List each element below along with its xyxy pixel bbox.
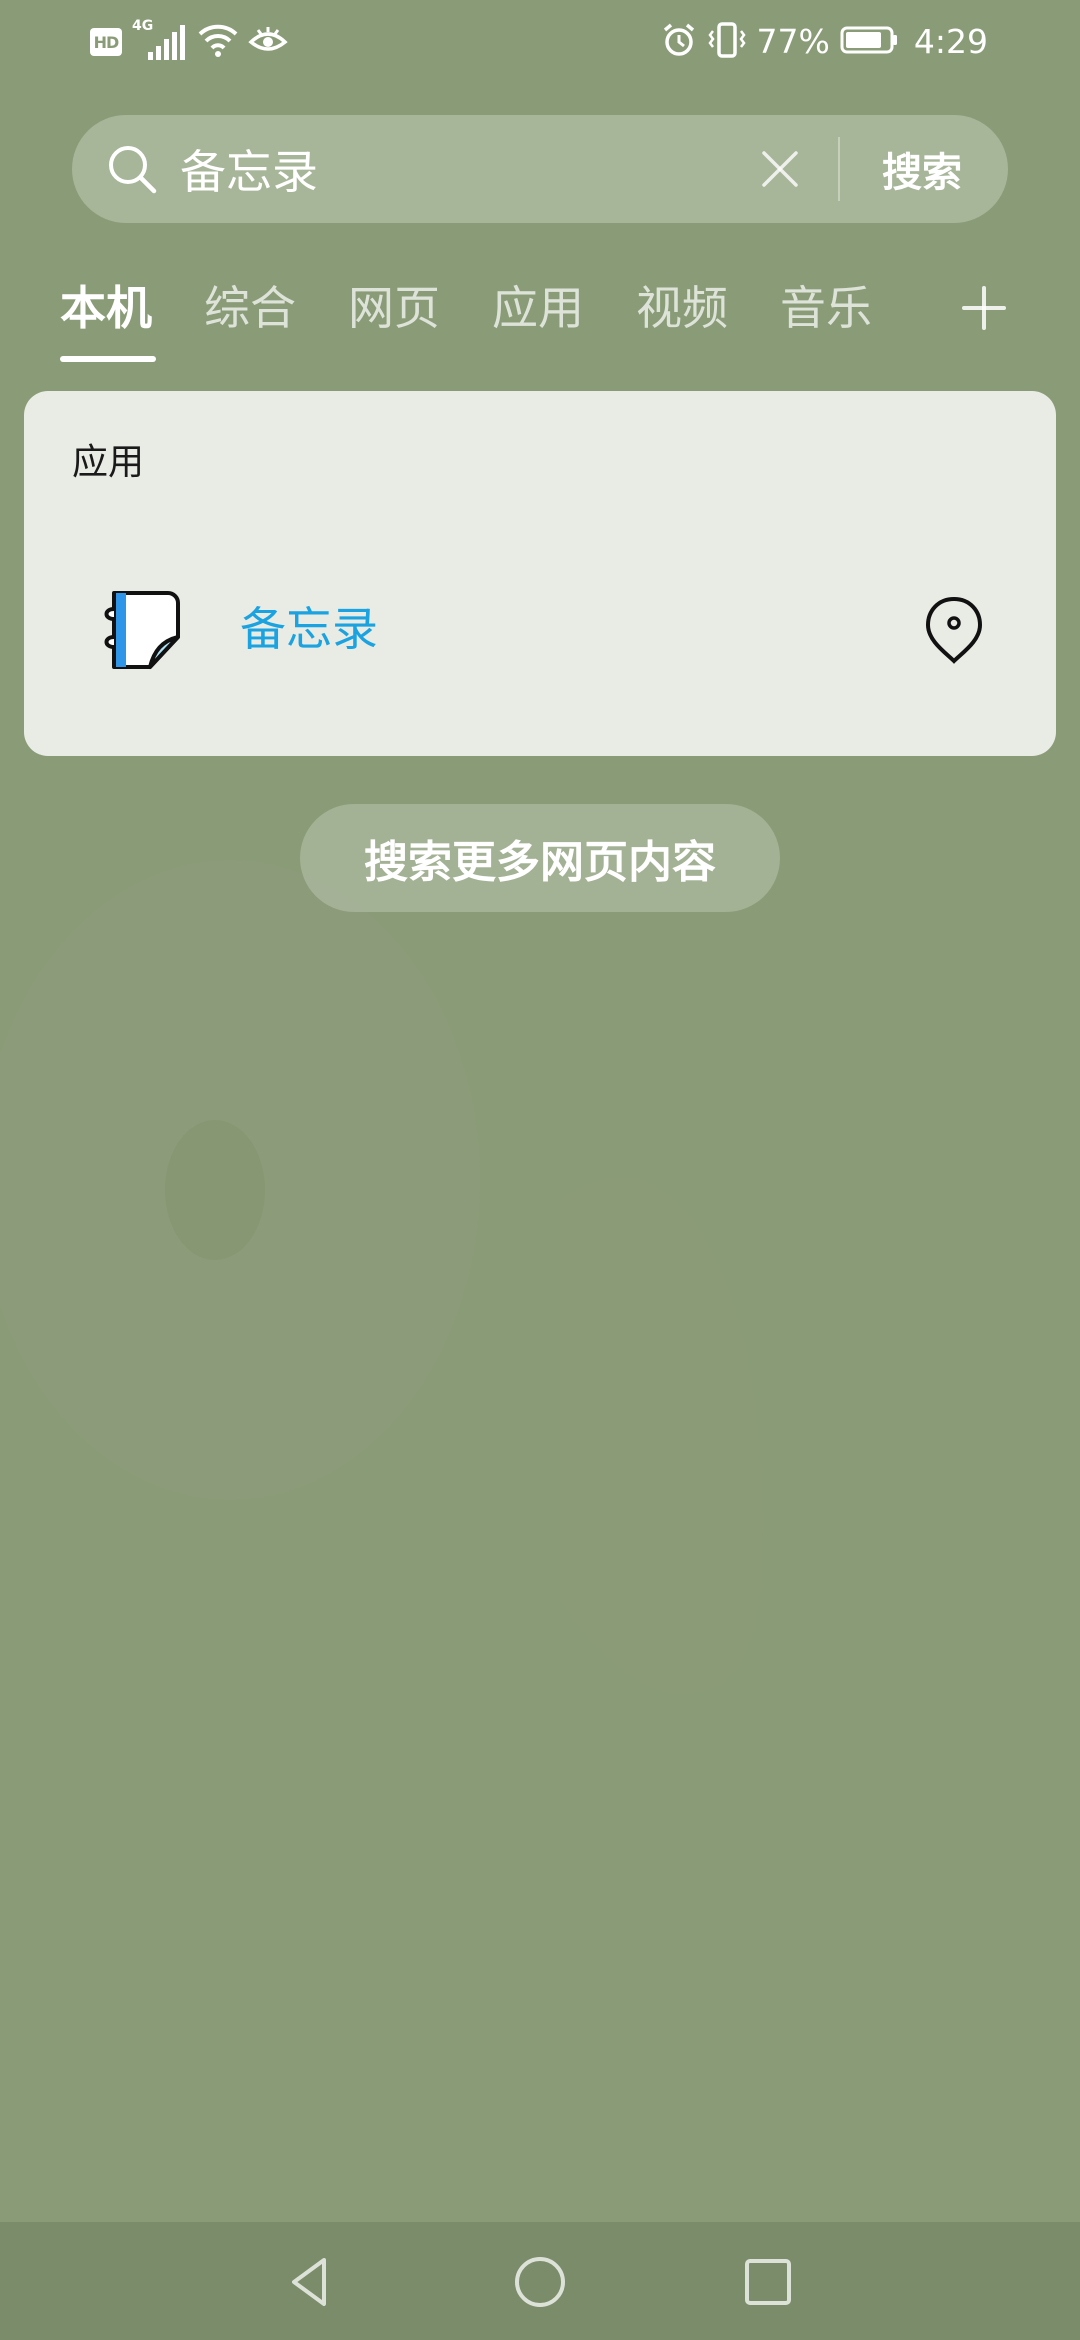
tab-web[interactable]: 网页 xyxy=(348,278,440,338)
eye-icon xyxy=(248,24,288,60)
results-card: 应用 备忘录 xyxy=(24,391,1056,756)
hd-badge: HD xyxy=(90,28,122,56)
alarm-icon xyxy=(661,22,697,62)
vibrate-icon xyxy=(707,21,747,63)
status-bar: HD 4G 77% 4:29 xyxy=(0,0,1080,84)
section-title-apps: 应用 xyxy=(72,442,145,483)
search-button[interactable]: 搜索 xyxy=(862,115,982,223)
wifi-icon xyxy=(198,22,238,62)
status-left-group: HD 4G xyxy=(90,18,288,64)
location-icon[interactable] xyxy=(916,591,992,667)
app-name-memo[interactable]: 备忘录 xyxy=(240,599,378,659)
app-result-row[interactable]: 备忘录 xyxy=(24,579,1056,679)
tab-apps[interactable]: 应用 xyxy=(492,278,584,338)
nav-back-icon[interactable] xyxy=(280,2252,340,2312)
memo-app-icon[interactable] xyxy=(92,579,192,679)
tab-all[interactable]: 综合 xyxy=(204,278,296,338)
battery-percent: 77% xyxy=(756,22,830,61)
navigation-bar xyxy=(0,2222,1080,2340)
tab-video[interactable]: 视频 xyxy=(636,278,728,338)
search-input[interactable] xyxy=(180,115,800,223)
search-bar[interactable]: 搜索 xyxy=(72,115,1008,223)
search-divider xyxy=(838,137,840,201)
clock-time: 4:29 xyxy=(913,22,988,61)
tab-local[interactable]: 本机 xyxy=(60,278,152,338)
clear-icon[interactable] xyxy=(756,145,804,193)
tab-music[interactable]: 音乐 xyxy=(780,278,872,338)
status-right-group: 77% 4:29 xyxy=(661,20,988,64)
nav-recent-icon[interactable] xyxy=(738,2252,798,2312)
network-type-label: 4G xyxy=(132,18,154,34)
plus-icon[interactable] xyxy=(960,284,1008,332)
battery-icon xyxy=(840,25,898,59)
search-more-web-button[interactable]: 搜索更多网页内容 xyxy=(300,804,780,912)
signal-icon: 4G xyxy=(132,18,188,62)
nav-home-icon[interactable] xyxy=(510,2252,570,2312)
category-tabs: 本机 综合 网页 应用 视频 音乐 xyxy=(0,260,1080,370)
search-icon xyxy=(109,146,157,194)
active-tab-indicator xyxy=(60,356,156,362)
